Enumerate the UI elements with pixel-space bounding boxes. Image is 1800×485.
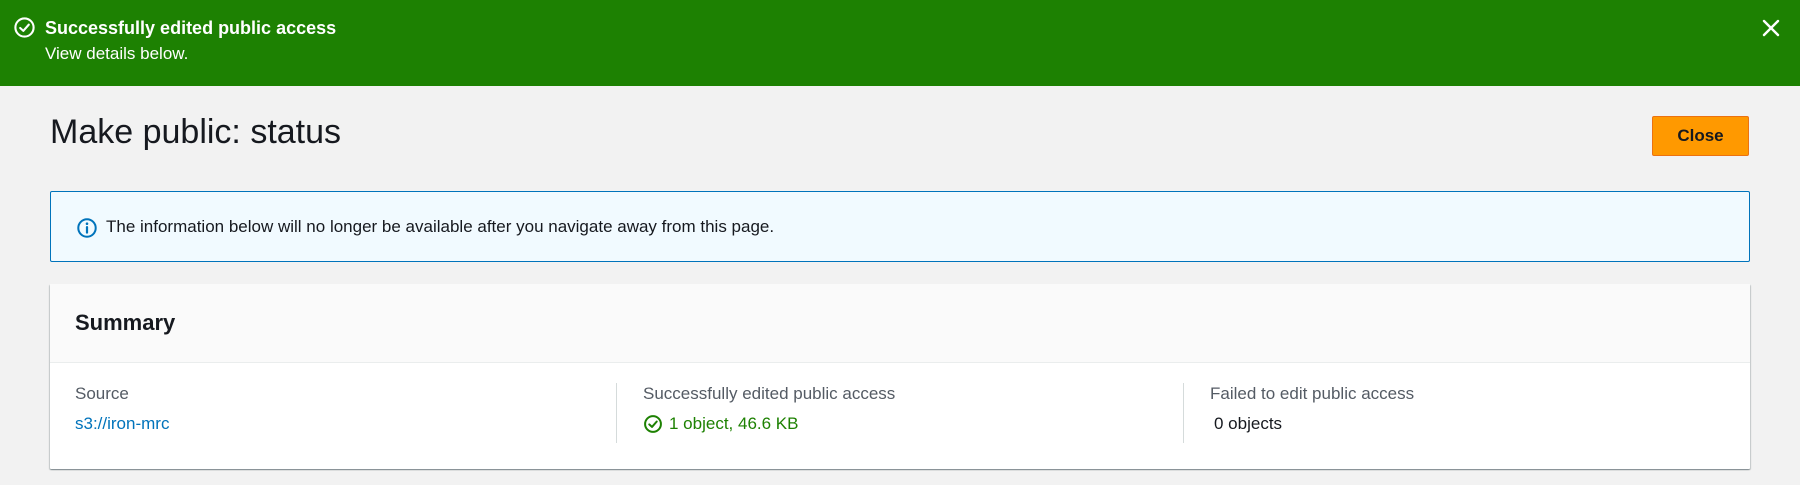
info-icon — [77, 218, 97, 238]
source-column: Source s3://iron-mrc — [75, 383, 615, 443]
flash-title: Successfully edited public access — [45, 18, 337, 38]
succeeded-value: 1 object, 46.6 KB — [669, 414, 799, 433]
check-circle-icon — [644, 415, 662, 433]
summary-container: Summary Source s3://iron-mrc Successfull… — [50, 284, 1750, 469]
success-flash-bar: Successfully edited public access View d… — [0, 0, 1800, 86]
succeeded-label: Successfully edited public access — [643, 384, 896, 403]
source-label: Source — [75, 384, 129, 403]
summary-title: Summary — [75, 310, 176, 335]
summary-header: Summary — [50, 284, 1750, 363]
page-title: Make public: status — [50, 113, 342, 151]
succeeded-column: Successfully edited public access 1 obje… — [616, 383, 1182, 443]
close-button[interactable]: Close — [1652, 116, 1749, 156]
failed-label: Failed to edit public access — [1210, 384, 1415, 403]
failed-value: 0 objects — [1214, 414, 1283, 433]
source-link[interactable]: s3://iron-mrc — [75, 414, 169, 433]
check-circle-icon — [14, 17, 35, 38]
succeeded-status: 1 object, 46.6 KB — [643, 413, 1182, 435]
flash-subtitle: View details below. — [45, 44, 189, 63]
info-alert: The information below will no longer be … — [50, 191, 1750, 262]
close-icon[interactable] — [1759, 16, 1783, 40]
info-alert-text: The information below will no longer be … — [106, 217, 775, 236]
failed-column: Failed to edit public access 0 objects — [1183, 383, 1723, 443]
